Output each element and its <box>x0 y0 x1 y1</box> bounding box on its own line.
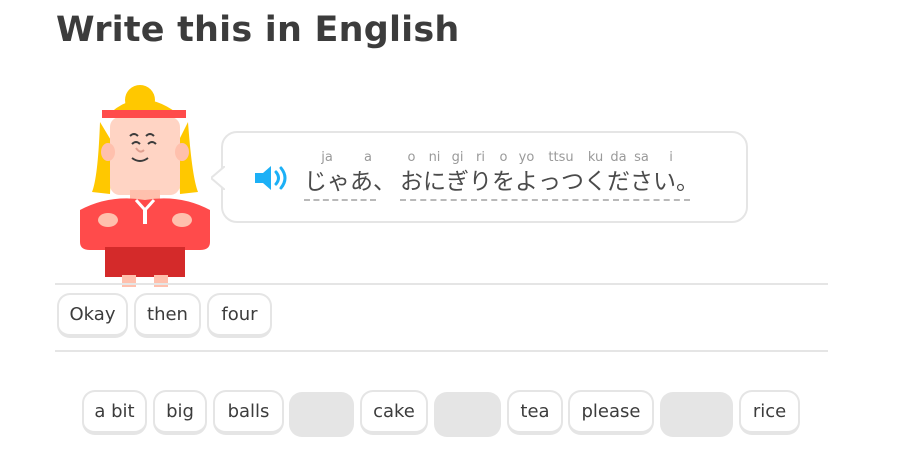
underline-dashed <box>400 199 690 201</box>
answer-word-chip[interactable]: then <box>134 293 201 338</box>
word-bank-empty-slot <box>289 392 354 437</box>
token[interactable]: da だ <box>607 149 630 197</box>
word-bank-empty-slot <box>434 392 501 437</box>
token[interactable]: a あ、 <box>350 149 396 197</box>
token[interactable]: ja じゃ <box>304 149 350 197</box>
token[interactable]: yo よ <box>515 149 538 197</box>
word-bank-chip[interactable]: tea <box>507 390 563 435</box>
token[interactable]: gi ぎ <box>446 149 469 197</box>
token[interactable]: ri り <box>469 149 492 197</box>
character-illustration <box>80 85 210 287</box>
word-bank-chip[interactable]: a bit <box>82 390 147 435</box>
token[interactable]: sa さ <box>630 149 653 197</box>
token[interactable]: ku く <box>584 149 607 197</box>
page-title: Write this in English <box>56 10 460 50</box>
token[interactable]: oを <box>492 149 515 197</box>
word-bank-chip[interactable]: cake <box>360 390 428 435</box>
speaker-icon[interactable] <box>253 163 291 193</box>
answer-word-chip[interactable]: Okay <box>57 293 128 338</box>
token[interactable]: oお <box>400 149 423 197</box>
answer-word-chip[interactable]: four <box>207 293 272 338</box>
word-bank-chip[interactable]: balls <box>213 390 284 435</box>
token[interactable]: ttsu っつ <box>538 149 584 197</box>
word-bank-chip[interactable]: big <box>153 390 207 435</box>
underline-dashed <box>304 199 376 201</box>
token[interactable]: ni に <box>423 149 446 197</box>
word-bank-chip[interactable]: please <box>568 390 654 435</box>
word-bank-chip[interactable]: rice <box>739 390 800 435</box>
bubble-tail <box>211 166 225 190</box>
speech-bubble: ja じゃ a あ、 oお ni に gi ぎ ri り oを yo よ ttsu っつ ku… <box>211 131 748 223</box>
answer-bottom-divider <box>55 350 828 352</box>
word-bank-empty-slot <box>660 392 733 437</box>
token[interactable]: i い。 <box>653 149 699 197</box>
answer-top-divider <box>55 283 828 285</box>
